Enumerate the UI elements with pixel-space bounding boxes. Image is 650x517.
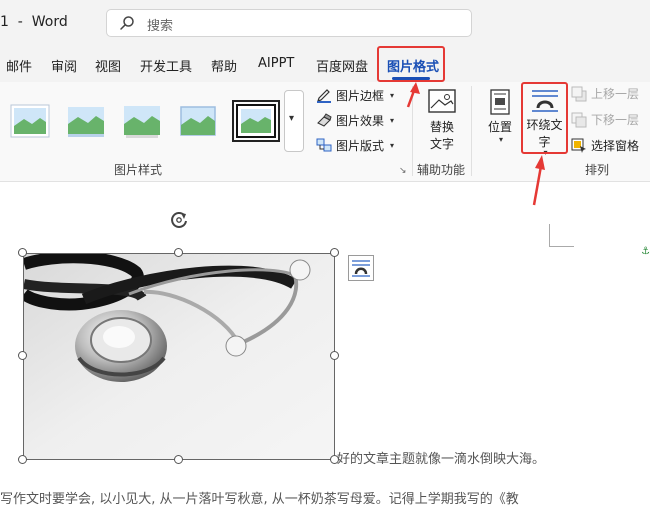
bring-forward-label: 上移一层 <box>591 87 640 101</box>
group-label-accessibility: 辅助功能 <box>417 163 466 177</box>
chevron-down-icon: ▾ <box>498 135 503 144</box>
selected-picture[interactable] <box>23 253 335 460</box>
picture-effects-button[interactable]: 图片效果 ▾ <box>316 110 394 130</box>
resize-handle[interactable] <box>18 351 27 360</box>
position-label: 位置 <box>487 120 512 134</box>
tab-aippt[interactable]: AIPPT <box>258 56 294 71</box>
resize-handle[interactable] <box>174 248 183 257</box>
resize-handle[interactable] <box>18 248 27 257</box>
tab-developer[interactable]: 开发工具 <box>140 56 192 75</box>
search-placeholder: 搜索 <box>147 19 174 34</box>
tab-picture-format[interactable]: 图片格式 <box>387 56 439 75</box>
alt-text-label-line1: 替换 <box>429 120 454 134</box>
active-tab-indicator <box>392 77 430 80</box>
body-text-line-2: 写作文时要学会, 以小见大, 从一片落叶写秋意, 从一杯奶茶写母爱。记得上学期我… <box>0 492 519 507</box>
gallery-more-button[interactable]: ▾ <box>284 90 304 152</box>
position-button[interactable]: 位置 ▾ <box>484 88 516 144</box>
chevron-down-icon: ▾ <box>390 90 395 100</box>
picture-border-label: 图片边框 <box>336 88 385 103</box>
resize-handle[interactable] <box>330 351 339 360</box>
chevron-down-icon: ▾ <box>390 140 395 150</box>
wrap-text-highlight <box>521 82 568 154</box>
alt-text-icon <box>428 89 456 113</box>
smartart-layout-icon <box>316 138 332 152</box>
send-backward-icon <box>571 112 587 127</box>
document-title: 1 - Word <box>0 14 68 30</box>
picture-effects-label: 图片效果 <box>336 113 385 128</box>
search-box[interactable]: 搜索 <box>106 9 472 37</box>
tab-baidu-netdisk[interactable]: 百度网盘 <box>316 56 368 75</box>
title-bar: 1 - Word 搜索 <box>0 0 650 46</box>
layout-options-icon <box>352 260 370 277</box>
picture-border-button[interactable]: 图片边框 ▾ <box>316 85 394 105</box>
pen-border-icon <box>317 89 331 103</box>
ribbon-tab-bar: 邮件 审阅 视图 开发工具 帮助 AIPPT 百度网盘 <box>0 46 650 82</box>
bring-forward-icon <box>571 86 587 101</box>
effects-icon <box>317 113 332 127</box>
group-divider <box>471 86 472 176</box>
position-icon <box>490 89 510 115</box>
picture-style-thumbnail[interactable] <box>122 104 162 138</box>
send-backward-label: 下移一层 <box>591 113 640 127</box>
picture-style-thumbnail[interactable] <box>66 104 106 138</box>
tab-mailings[interactable]: 邮件 <box>6 56 32 75</box>
resize-handle[interactable] <box>330 248 339 257</box>
picture-style-thumbnail-selected[interactable] <box>232 100 280 142</box>
selection-pane-button[interactable]: 选择窗格 <box>571 137 639 154</box>
search-icon <box>120 16 134 30</box>
anchor-icon: ⚓ <box>641 246 650 257</box>
alt-text-label-line2: 文字 <box>429 137 454 151</box>
tab-view[interactable]: 视图 <box>95 56 121 75</box>
resize-handle[interactable] <box>174 455 183 464</box>
layout-options-button[interactable] <box>348 255 374 281</box>
group-label-arrange: 排列 <box>585 163 610 177</box>
picture-style-thumbnail[interactable] <box>178 104 218 138</box>
selection-pane-label: 选择窗格 <box>591 139 640 153</box>
send-backward-button[interactable]: 下移一层 <box>571 111 639 128</box>
bring-forward-button[interactable]: 上移一层 <box>571 85 639 102</box>
selection-pane-icon <box>571 138 586 153</box>
group-label-picture-styles: 图片样式 <box>114 163 163 177</box>
alt-text-button[interactable]: 替换 文字 <box>424 88 460 152</box>
picture-style-thumbnail[interactable] <box>10 104 50 138</box>
chevron-down-icon: ▾ <box>289 113 295 124</box>
picture-layout-label: 图片版式 <box>336 138 385 153</box>
dialog-launcher-icon[interactable]: ↘ <box>399 166 407 176</box>
tab-help[interactable]: 帮助 <box>211 56 237 75</box>
rotate-handle-icon[interactable] <box>168 209 190 231</box>
group-divider <box>412 86 413 176</box>
picture-layout-button[interactable]: 图片版式 ▾ <box>316 135 394 155</box>
body-text-line-1: 好的文章主题就像一滴水倒映大海。 <box>337 452 546 467</box>
page-corner-mark <box>549 224 574 247</box>
resize-handle[interactable] <box>18 455 27 464</box>
stethoscope-image <box>24 254 334 459</box>
chevron-down-icon: ▾ <box>390 115 395 125</box>
tab-review[interactable]: 审阅 <box>51 56 77 75</box>
